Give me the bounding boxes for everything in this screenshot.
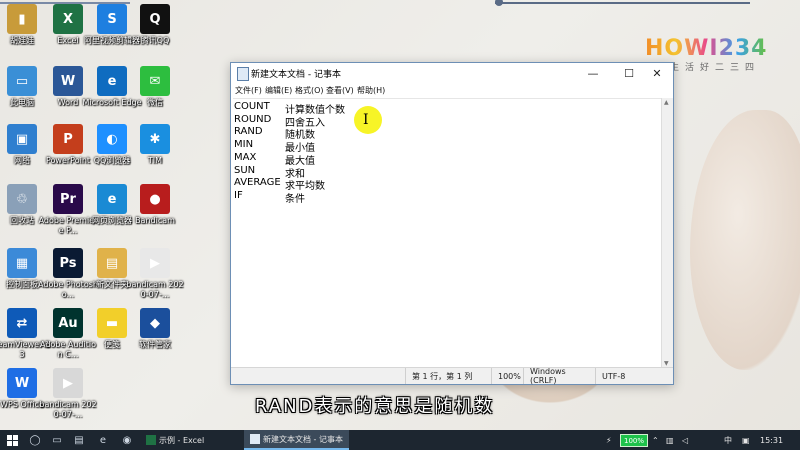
function-name: MIN [234, 139, 254, 151]
status-zoom: 100% [491, 368, 522, 384]
status-bar: 第 1 行，第 1 列 100% Windows (CRLF) UTF-8 [231, 367, 673, 385]
menu-format[interactable]: 格式(O) [295, 85, 324, 96]
menu-view[interactable]: 查看(V) [326, 85, 354, 96]
status-encoding: UTF-8 [595, 368, 662, 384]
desktop-app-icon: Q [140, 4, 170, 34]
search-icon[interactable]: ◯ [24, 430, 46, 450]
desktop-app-icon: W [53, 66, 83, 96]
desktop-app-icon: P [53, 124, 83, 154]
desktop-icon[interactable]: ✱ TIM [125, 124, 185, 166]
function-name: AVERAGE [234, 177, 281, 189]
vertical-scrollbar[interactable]: ▲ ▼ [661, 98, 673, 368]
start-button[interactable] [0, 430, 24, 450]
desktop-app-icon: W [7, 368, 37, 398]
notepad-taskbar-icon [250, 434, 260, 444]
function-name: ROUND [234, 113, 272, 125]
desktop-app-icon: Au [53, 308, 83, 338]
taskbar-app-notepad-label: 新建文本文档 - 记事本 [263, 434, 343, 444]
network-icon[interactable]: ▥ [666, 430, 674, 450]
desktop-icon[interactable]: ◆ 软件管家 [125, 308, 185, 350]
function-name: SUN [234, 164, 256, 176]
menu-help[interactable]: 帮助(H) [357, 85, 385, 96]
desktop-app-icon: ● [140, 184, 170, 214]
desktop-icon-label: 微信 [147, 98, 163, 107]
menu-file[interactable]: 文件(F) [235, 85, 262, 96]
scroll-down-icon[interactable]: ▼ [664, 360, 669, 367]
desktop-app-icon: ▭ [7, 66, 37, 96]
desktop-app-icon: ▤ [97, 248, 127, 278]
desktop-app-icon: ▣ [7, 124, 37, 154]
menu-edit[interactable]: 编辑(E) [265, 85, 292, 96]
desktop-app-icon: S [97, 4, 127, 34]
desktop-app-icon: ▦ [7, 248, 37, 278]
desktop-icon-label: 软件管家 [139, 340, 171, 349]
desktop-icon-label: bandicam 2020-07-... [126, 280, 184, 299]
desktop-app-icon: ▮ [7, 4, 37, 34]
task-view-icon[interactable]: ▭ [46, 430, 68, 450]
desktop-app-icon: ◆ [140, 308, 170, 338]
edge-icon[interactable]: e [92, 430, 114, 450]
desktop-icon-label: TIM [147, 156, 163, 165]
desktop-app-icon: ▶ [140, 248, 170, 278]
status-position: 第 1 行，第 1 列 [405, 368, 492, 384]
wallpaper-line-right [495, 2, 750, 4]
window-title: 新建文本文档 - 记事本 [251, 70, 341, 80]
video-subtitle: RAND表示的意思是随机数 [255, 396, 495, 417]
taskbar-app-excel-label: 示例 - Excel [159, 435, 205, 445]
desktop-app-icon: ⇄ [7, 308, 37, 338]
notepad-titlebar[interactable]: 新建文本文档 - 记事本 — ☐ ✕ [231, 63, 673, 83]
menu-bar: 文件(F) 编辑(E) 格式(O) 查看(V) 帮助(H) [231, 83, 673, 98]
desktop-icon[interactable]: Q 腾讯QQ [125, 4, 185, 46]
desktop-icon[interactable]: ▶ bandicam 2020-07-... [125, 248, 185, 300]
volume-icon[interactable]: ◁ [682, 430, 688, 450]
ime-indicator[interactable]: 中 [724, 430, 732, 450]
wallpaper-knob [495, 0, 503, 6]
desktop-app-icon: e [97, 66, 127, 96]
function-description: 条件 [285, 193, 305, 205]
taskbar-app-excel[interactable]: 示例 - Excel [140, 430, 210, 450]
text-editor[interactable]: COUNT 计算数值个数 ROUND 四舍五入 RAND 随机数 MIN 最小值 MAX 最大值 S… [233, 98, 661, 368]
folder-icon[interactable]: ▤ [68, 430, 90, 450]
desktop-app-icon: e [97, 184, 127, 214]
desktop-app-icon: Ps [53, 248, 83, 278]
function-name: COUNT [234, 101, 270, 112]
logo-text: HOWI234 [645, 36, 768, 61]
desktop-icon-label: 腾讯QQ [140, 36, 170, 45]
ibeam-cursor-icon: I [363, 112, 369, 128]
function-name: IF [234, 189, 243, 201]
desktop-icon[interactable]: ▶ bandicam 2020-07-... [38, 368, 98, 420]
desktop-app-icon: ◐ [97, 124, 127, 154]
desktop-app-icon: ✱ [140, 124, 170, 154]
ime-mode-icon[interactable]: ▣ [742, 430, 750, 450]
wallpaper-flower [690, 110, 800, 370]
desktop-icon-label: Bandicam [135, 216, 175, 225]
minimize-button[interactable]: — [577, 63, 609, 83]
scroll-up-icon[interactable]: ▲ [664, 99, 669, 106]
notepad-icon [237, 67, 249, 81]
notepad-window[interactable]: 新建文本文档 - 记事本 — ☐ ✕ 文件(F) 编辑(E) 格式(O) 查看(… [230, 62, 674, 385]
desktop-app-icon: Pr [53, 184, 83, 214]
taskbar-app-notepad[interactable]: 新建文本文档 - 记事本 [244, 430, 349, 450]
desktop-app-icon: X [53, 4, 83, 34]
clock[interactable]: 15:31 [760, 430, 783, 450]
power-plug-icon[interactable]: ⚡ [606, 430, 612, 450]
chevron-up-icon[interactable]: ⌃ [652, 430, 659, 450]
desktop-app-icon: ▬ [97, 308, 127, 338]
windows-logo-icon [6, 434, 18, 446]
close-button[interactable]: ✕ [641, 63, 673, 83]
taskbar: ◯ ▭ ▤ e ◉ 示例 - Excel 新建文本文档 - 记事本 ⚡ 100%… [0, 430, 800, 450]
desktop-icon[interactable]: ✉ 微信 [125, 66, 185, 108]
excel-icon [146, 435, 156, 445]
browser-icon[interactable]: ◉ [116, 430, 138, 450]
desktop-app-icon: ▶ [53, 368, 83, 398]
status-eol: Windows (CRLF) [523, 367, 592, 385]
desktop-app-icon: ♲ [7, 184, 37, 214]
desktop-icon[interactable]: ● Bandicam [125, 184, 185, 226]
function-name: RAND [234, 126, 263, 138]
desktop-icon-label: bandicam 2020-07-... [39, 400, 97, 419]
function-name: MAX [234, 151, 257, 163]
battery-indicator[interactable]: 100% [620, 434, 648, 447]
desktop-app-icon: ✉ [140, 66, 170, 96]
